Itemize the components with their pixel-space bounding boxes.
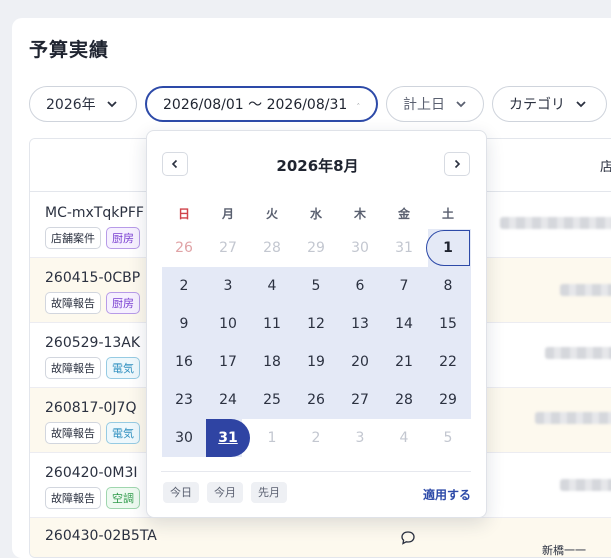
calendar-day[interactable]: 5	[426, 419, 470, 457]
row-id: MC-mxTqkPFF	[45, 205, 144, 221]
weekday-label: 火	[265, 207, 278, 221]
tag: 電気	[106, 422, 140, 444]
tag: 厨房	[106, 227, 140, 249]
range-end-day: 31	[206, 419, 250, 457]
calendar-day[interactable]: 31	[206, 419, 250, 457]
chevron-right-icon	[454, 159, 461, 169]
tag: 故障報告	[45, 292, 101, 314]
calendar-day[interactable]: 29	[294, 229, 338, 267]
year-filter[interactable]: 2026年	[29, 86, 137, 122]
today-button[interactable]: 今日	[163, 482, 199, 503]
calendar-day[interactable]: 2	[294, 419, 338, 457]
tag: 空調	[106, 487, 140, 509]
calendar-day[interactable]: 8	[426, 267, 470, 305]
category-label: カテゴリ	[509, 97, 565, 113]
calendar-day[interactable]: 14	[382, 305, 426, 343]
row-id: 260415-0CBP	[45, 270, 141, 286]
comment-icon[interactable]	[400, 530, 416, 546]
calendar-day[interactable]: 3	[206, 267, 250, 305]
apply-button[interactable]: 適用する	[423, 486, 471, 503]
redacted-text	[545, 347, 611, 359]
date-range-picker: 2026年8月 日月火水木金土 26 27 28 29 30 31 1 2 3 4 5 6 7 8 9 10 1…	[146, 130, 487, 518]
redacted-text	[560, 479, 611, 491]
calendar-day[interactable]: 5	[294, 267, 338, 305]
this-month-button[interactable]: 今月	[207, 482, 243, 503]
weekday-label: 木	[353, 207, 366, 221]
calendar-day[interactable]: 15	[426, 305, 470, 343]
tag: 故障報告	[45, 487, 101, 509]
calendar-day[interactable]: 4	[250, 267, 294, 305]
calendar-day[interactable]: 1	[250, 419, 294, 457]
date-range-filter[interactable]: 2026/08/01 〜 2026/08/31	[145, 86, 378, 122]
tag: 店舗案件	[45, 227, 101, 249]
redacted-text	[535, 412, 611, 424]
row-id: 260529-13AK	[45, 335, 141, 351]
calendar-day[interactable]: 2	[162, 267, 206, 305]
weekday-label: 金	[397, 207, 410, 221]
date-range-label: 2026/08/01 〜 2026/08/31	[163, 97, 348, 113]
calendar-day[interactable]: 1	[426, 229, 470, 267]
year-filter-label: 2026年	[46, 97, 96, 113]
tag: 故障報告	[45, 422, 101, 444]
calendar-day[interactable]: 9	[162, 305, 206, 343]
calendar-day[interactable]: 10	[206, 305, 250, 343]
calendar-day[interactable]: 19	[294, 343, 338, 381]
redacted-text	[500, 217, 611, 229]
calendar-day[interactable]: 24	[206, 381, 250, 419]
calendar-day[interactable]: 21	[382, 343, 426, 381]
calendar-day[interactable]: 27	[206, 229, 250, 267]
calendar-day[interactable]: 7	[382, 267, 426, 305]
calendar-day[interactable]: 26	[162, 229, 206, 267]
chevron-down-icon	[456, 101, 466, 108]
chevron-down-icon	[107, 101, 117, 108]
calendar-day[interactable]: 28	[382, 381, 426, 419]
calendar-day[interactable]: 13	[338, 305, 382, 343]
row-id: 260430-02B5TA	[45, 528, 157, 544]
calendar-day[interactable]: 11	[250, 305, 294, 343]
calendar-day[interactable]: 22	[426, 343, 470, 381]
divider	[161, 471, 471, 472]
range-start-day: 1	[426, 230, 470, 266]
calendar-day[interactable]: 6	[338, 267, 382, 305]
calendar-day[interactable]: 30	[338, 229, 382, 267]
row-id: 260817-0J7Q	[45, 400, 137, 416]
calendar-day[interactable]: 30	[162, 419, 206, 457]
row-store-text: 新橋一一	[542, 544, 586, 557]
calendar-day[interactable]: 31	[382, 229, 426, 267]
next-month-button[interactable]	[444, 152, 470, 176]
calendar-day[interactable]: 18	[250, 343, 294, 381]
calendar-day[interactable]: 20	[338, 343, 382, 381]
calendar-day[interactable]: 25	[250, 381, 294, 419]
posting-date-label: 計上日	[403, 97, 445, 113]
calendar-day[interactable]: 12	[294, 305, 338, 343]
weekday-label: 土	[441, 207, 454, 221]
weekday-label: 水	[309, 207, 322, 221]
calendar-day[interactable]: 4	[382, 419, 426, 457]
calendar-day[interactable]: 23	[162, 381, 206, 419]
calendar-day[interactable]: 16	[162, 343, 206, 381]
tag: 電気	[106, 357, 140, 379]
calendar-day[interactable]: 29	[426, 381, 470, 419]
weekday-label: 月	[221, 207, 234, 221]
last-month-button[interactable]: 先月	[251, 482, 287, 503]
table-row[interactable]: 260430-02B5TA 新橋一一	[30, 518, 611, 557]
calendar-day[interactable]: 26	[294, 381, 338, 419]
row-id: 260420-0M3I	[45, 465, 138, 481]
page-title: 予算実績	[29, 39, 110, 61]
chevron-up-icon	[357, 103, 360, 105]
weekday-label: 日	[177, 207, 190, 221]
calendar-day[interactable]: 17	[206, 343, 250, 381]
posting-date-filter[interactable]: 計上日	[386, 86, 484, 122]
tag: 厨房	[106, 292, 140, 314]
tag: 故障報告	[45, 357, 101, 379]
chevron-down-icon	[576, 101, 586, 108]
table-header-store: 店	[600, 156, 611, 175]
category-filter[interactable]: カテゴリ	[492, 86, 607, 122]
redacted-text	[560, 284, 611, 296]
calendar-day[interactable]: 27	[338, 381, 382, 419]
month-title: 2026年8月	[276, 157, 359, 175]
calendar-day[interactable]: 3	[338, 419, 382, 457]
calendar-day[interactable]: 28	[250, 229, 294, 267]
